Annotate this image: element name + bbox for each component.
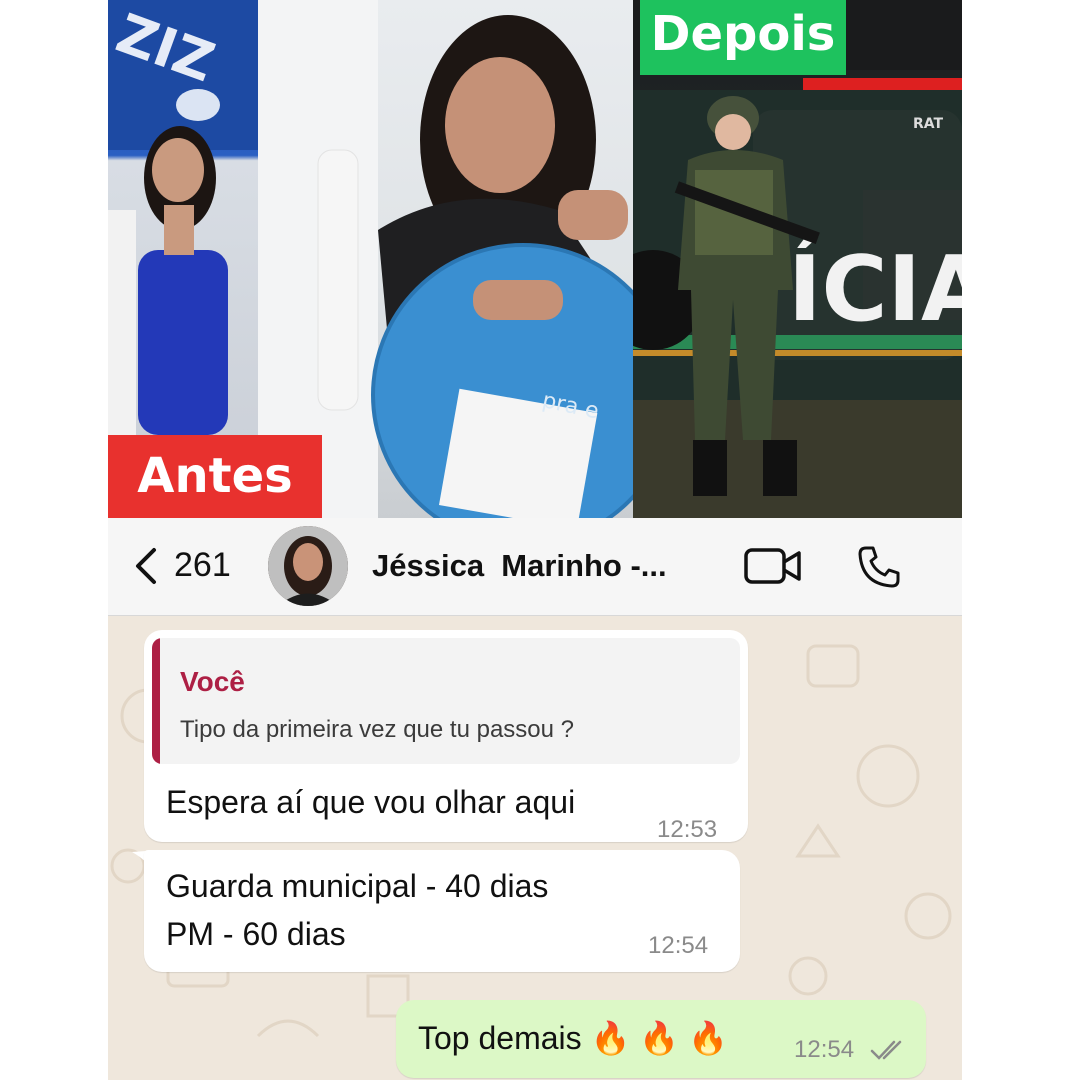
message-bubble-incoming[interactable]: Guarda municipal - 40 dias PM - 60 dias …: [144, 850, 740, 972]
message-text: Espera aí que vou olhar aqui: [166, 784, 576, 820]
message-text: Guarda municipal - 40 dias PM - 60 dias: [166, 868, 549, 952]
message-time: 12:53: [657, 816, 718, 843]
vehicle-text: ÍCIA: [788, 235, 962, 342]
unread-count[interactable]: 261: [174, 546, 231, 585]
before-after-photos: ZIZ pra e ÍCIA RAT Antes Depois: [108, 0, 962, 518]
message-bubble-outgoing[interactable]: Top demais 🔥 🔥 🔥 12:54: [396, 1000, 926, 1078]
after-badge: Depois: [640, 0, 846, 75]
chat-area: Você Tipo da primeira vez que tu passou …: [108, 616, 962, 1080]
quote-author: Você: [180, 666, 245, 697]
before-badge: Antes: [108, 435, 322, 518]
chat-header: 261 Jéssica Marinho -...: [108, 518, 962, 616]
message-text: Top demais 🔥 🔥 🔥: [418, 1020, 728, 1056]
message-time: 12:54: [648, 932, 709, 959]
quote-text: Tipo da primeira vez que tu passou ?: [180, 716, 574, 743]
photo-after: ÍCIA RAT: [633, 0, 962, 518]
contact-name[interactable]: Jéssica Marinho -...: [372, 548, 667, 584]
back-chevron-icon[interactable]: [128, 546, 168, 586]
message-bubble-incoming[interactable]: Você Tipo da primeira vez que tu passou …: [144, 630, 748, 843]
quote-accent-bar: [152, 638, 160, 764]
quoted-message[interactable]: Você Tipo da primeira vez que tu passou …: [152, 638, 740, 764]
phone-call-icon[interactable]: [856, 544, 902, 590]
avatar[interactable]: [268, 526, 348, 606]
message-time: 12:54: [794, 1036, 855, 1063]
read-receipt-icon: [870, 1040, 902, 1060]
promo-frame: ZIZ pra e ÍCIA RAT Antes Depois 261 Jéss…: [108, 0, 962, 1080]
video-call-icon[interactable]: [744, 546, 802, 586]
vehicle-small-text: RAT: [913, 116, 944, 132]
